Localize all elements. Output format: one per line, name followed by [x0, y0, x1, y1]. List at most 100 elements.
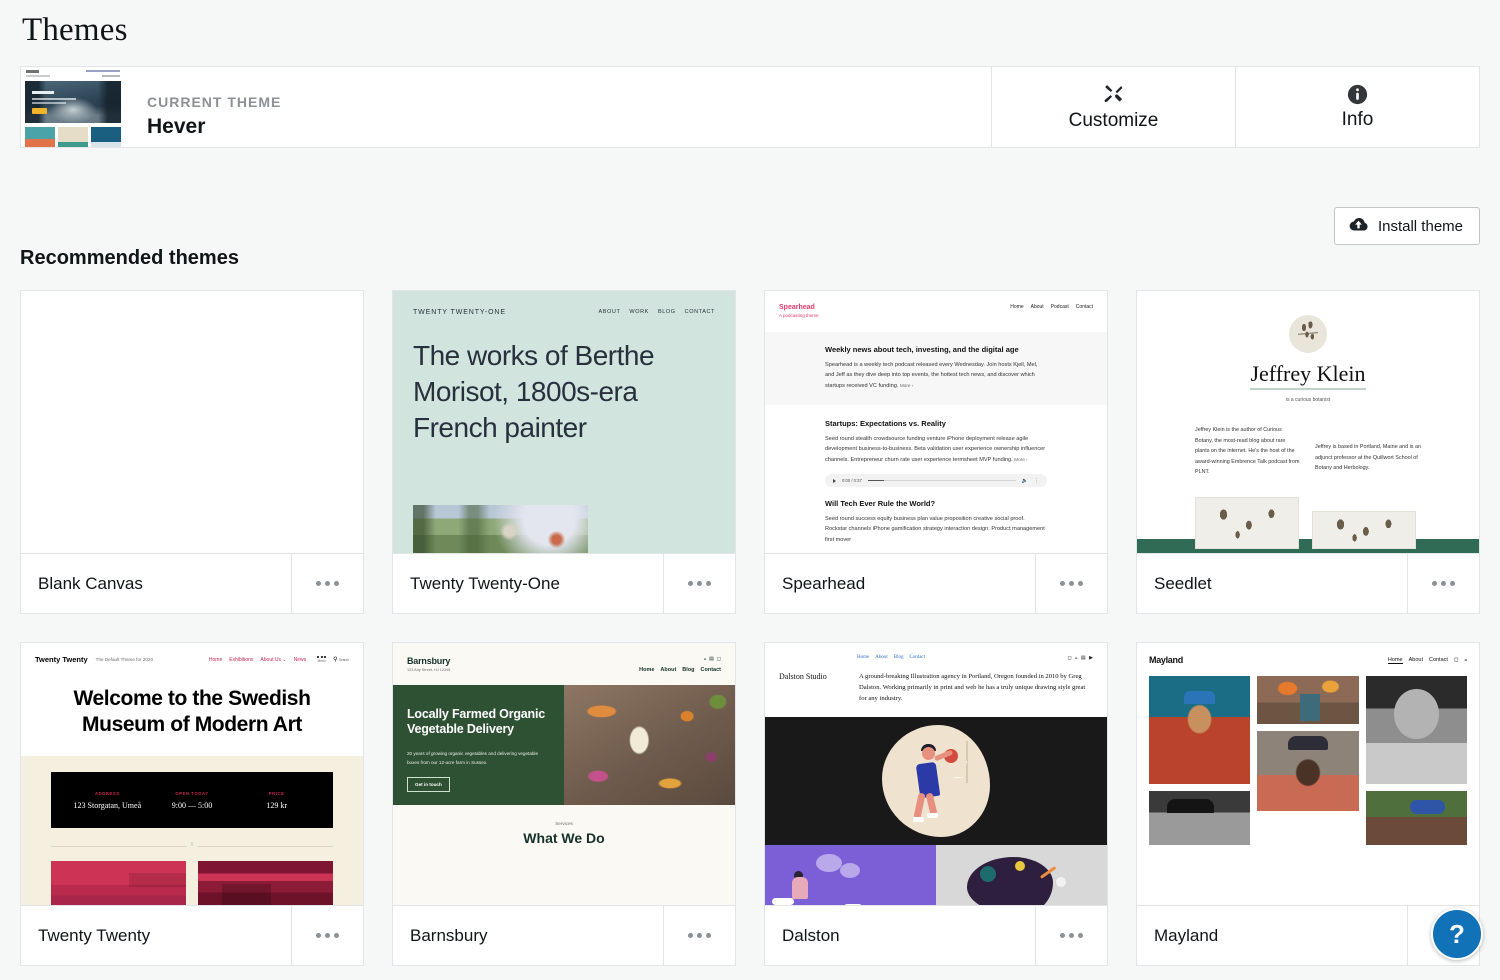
theme-preview-blank-canvas[interactable] [21, 291, 363, 553]
play-icon[interactable] [833, 478, 836, 483]
theme-options-ellipsis-icon[interactable] [1035, 554, 1107, 613]
more-link[interactable]: More › [900, 383, 913, 388]
theme-card-footer: Twenty Twenty-One [393, 553, 735, 613]
instagram-icon[interactable]: ◻ [1454, 657, 1459, 663]
theme-options-ellipsis-icon[interactable] [663, 906, 735, 965]
preview-info-box: ADDRESS 123 Storgatan, Umeå OPEN TODAY 9… [51, 772, 333, 829]
theme-options-ellipsis-icon[interactable] [291, 906, 363, 965]
theme-card-seedlet[interactable]: Jeffrey Klein is a curious botanist Jeff… [1136, 290, 1480, 614]
theme-card-barnsbury[interactable]: Barnsbury 123 Any Street, HJ 12345 𝄪 ▤ ◻… [392, 642, 736, 966]
player-time: 0:00 / 0:37 [842, 478, 862, 484]
theme-options-ellipsis-icon[interactable] [1035, 906, 1107, 965]
more-link[interactable]: More › [1014, 457, 1027, 462]
nav-item: About [1030, 304, 1044, 310]
theme-name: Twenty Twenty [38, 925, 151, 945]
preview-nav: Home Exhibitions About Us ⌄ News Menu ⚲ … [209, 655, 349, 664]
nav-item: Contact [909, 655, 926, 660]
theme-preview-seedlet[interactable]: Jeffrey Klein is a curious botanist Jeff… [1137, 291, 1479, 553]
customize-label: Customize [1068, 109, 1159, 131]
facebook-icon[interactable]: ▤ [709, 656, 714, 662]
preview-portrait [1365, 791, 1467, 845]
preview-botanical-logo [1289, 315, 1327, 353]
nav-item: Contact [1428, 657, 1448, 663]
theme-preview-spearhead[interactable]: Spearhead A podcasting theme Home About … [765, 291, 1107, 553]
help-button[interactable]: ? [1431, 908, 1483, 960]
info-key: ADDRESS [94, 790, 120, 796]
preview-nav: Home About Podcast Contact [1010, 304, 1093, 318]
preview-column-1: Jeffrey Klein is the author of Curious B… [1195, 427, 1300, 476]
theme-name: Mayland [1154, 925, 1219, 945]
nav-item: Contact [1075, 304, 1093, 310]
install-theme-button[interactable]: Install theme [1333, 207, 1480, 245]
preview-vegetables-photo [564, 685, 735, 805]
preview-illustration-basketball [765, 716, 1107, 845]
player-progress-bar[interactable] [867, 479, 1016, 482]
nav-item: About Us ⌄ [260, 656, 287, 663]
theme-preview-mayland[interactable]: Mayland Home About Contact ◻ 𝄪 [1137, 643, 1479, 905]
search-icon[interactable]: ⚲ [333, 657, 337, 663]
info-value: 9:00 — 5:00 [171, 800, 213, 810]
twitter-icon[interactable]: 𝄪 [704, 656, 706, 662]
search-label: Search [338, 658, 349, 662]
nav-item: WORK [629, 309, 649, 315]
current-theme-thumbnail[interactable] [21, 67, 125, 147]
nav-item: News [293, 656, 307, 663]
preview-portrait [1149, 791, 1251, 845]
preview-illustration-abstract [936, 844, 1107, 905]
theme-options-ellipsis-icon[interactable] [663, 554, 735, 613]
preview-illustration-purple [765, 844, 936, 905]
preview-post-body: Seed round success equity business plan … [825, 516, 1045, 543]
theme-name: Spearhead [782, 573, 866, 593]
preview-logo: Spearhead [779, 304, 815, 311]
theme-preview-barnsbury[interactable]: Barnsbury 123 Any Street, HJ 12345 𝄪 ▤ ◻… [393, 643, 735, 905]
info-label: Info [1341, 108, 1374, 130]
preview-plant-photo [1312, 511, 1416, 549]
preview-post-body: Spearhead is a weekly tech podcast relea… [825, 362, 1038, 389]
customize-button[interactable]: Customize [991, 67, 1235, 147]
theme-preview-dalston[interactable]: Home About Blog Contact ◻ 𝄪 ▤ ▶ Dalston … [765, 643, 1107, 905]
info-key: OPEN TODAY [175, 790, 209, 796]
preview-audio-player[interactable]: 0:00 / 0:37 🔈 ⋮ [825, 474, 1047, 488]
theme-card-mayland[interactable]: Mayland Home About Contact ◻ 𝄪 Mayland [1136, 642, 1480, 966]
theme-card-twenty-twenty[interactable]: Twenty Twenty The Default Theme for 2020… [20, 642, 364, 966]
theme-preview-twenty-twenty-one[interactable]: TWENTY TWENTY-ONE ABOUT WORK BLOG CONTAC… [393, 291, 735, 553]
preview-studio-name: Dalston Studio [779, 672, 827, 681]
theme-options-ellipsis-icon[interactable] [1407, 554, 1479, 613]
player-menu-icon[interactable]: ⋮ [1034, 478, 1039, 484]
preview-post-title: Weekly news about tech, investing, and t… [825, 345, 1019, 354]
theme-card-blank-canvas[interactable]: Blank Canvas [20, 290, 364, 614]
theme-card-footer: Dalston [765, 905, 1107, 965]
cloud-upload-icon [1348, 216, 1369, 237]
preview-nav: Home About Blog Contact [857, 655, 925, 661]
preview-logo: Mayland [1149, 655, 1183, 665]
preview-headline: The works of Berthe Morisot, 1800s-era F… [413, 340, 655, 443]
theme-preview-twenty-twenty[interactable]: Twenty Twenty The Default Theme for 2020… [21, 643, 363, 905]
nav-item: Contact [700, 667, 721, 673]
twitter-icon[interactable]: 𝄪 [1465, 657, 1467, 664]
preview-tile [51, 861, 186, 905]
preview-tagline: A podcasting theme [779, 313, 819, 318]
preview-brand: TWENTY TWENTY-ONE [413, 309, 506, 316]
preview-green-band [1137, 539, 1479, 553]
theme-card-spearhead[interactable]: Spearhead A podcasting theme Home About … [764, 290, 1108, 614]
preview-headline: Welcome to the Swedish Museum of Modern … [73, 687, 311, 736]
twitter-icon[interactable]: 𝄪 [1075, 655, 1077, 661]
theme-card-dalston[interactable]: Home About Blog Contact ◻ 𝄪 ▤ ▶ Dalston … [764, 642, 1108, 966]
volume-icon[interactable]: 🔈 [1022, 478, 1028, 484]
nav-item: About [660, 667, 677, 673]
nav-item: About [875, 655, 888, 660]
theme-name: Barnsbury [410, 925, 488, 945]
facebook-icon[interactable]: ▤ [1081, 655, 1086, 661]
info-button[interactable]: Info [1235, 67, 1479, 147]
instagram-icon[interactable]: ◻ [717, 656, 721, 662]
instagram-icon[interactable]: ◻ [1067, 655, 1071, 661]
theme-card-twenty-twenty-one[interactable]: TWENTY TWENTY-ONE ABOUT WORK BLOG CONTAC… [392, 290, 736, 614]
preview-cta-button[interactable]: Get in touch [407, 776, 450, 792]
preview-address: 123 Any Street, HJ 12345 [407, 668, 451, 672]
nav-item: Home [639, 667, 655, 673]
youtube-icon[interactable]: ▶ [1089, 655, 1093, 661]
theme-card-footer: Blank Canvas [21, 553, 363, 613]
theme-card-footer: Spearhead [765, 553, 1107, 613]
menu-icon[interactable] [317, 655, 327, 658]
theme-options-ellipsis-icon[interactable] [291, 554, 363, 613]
